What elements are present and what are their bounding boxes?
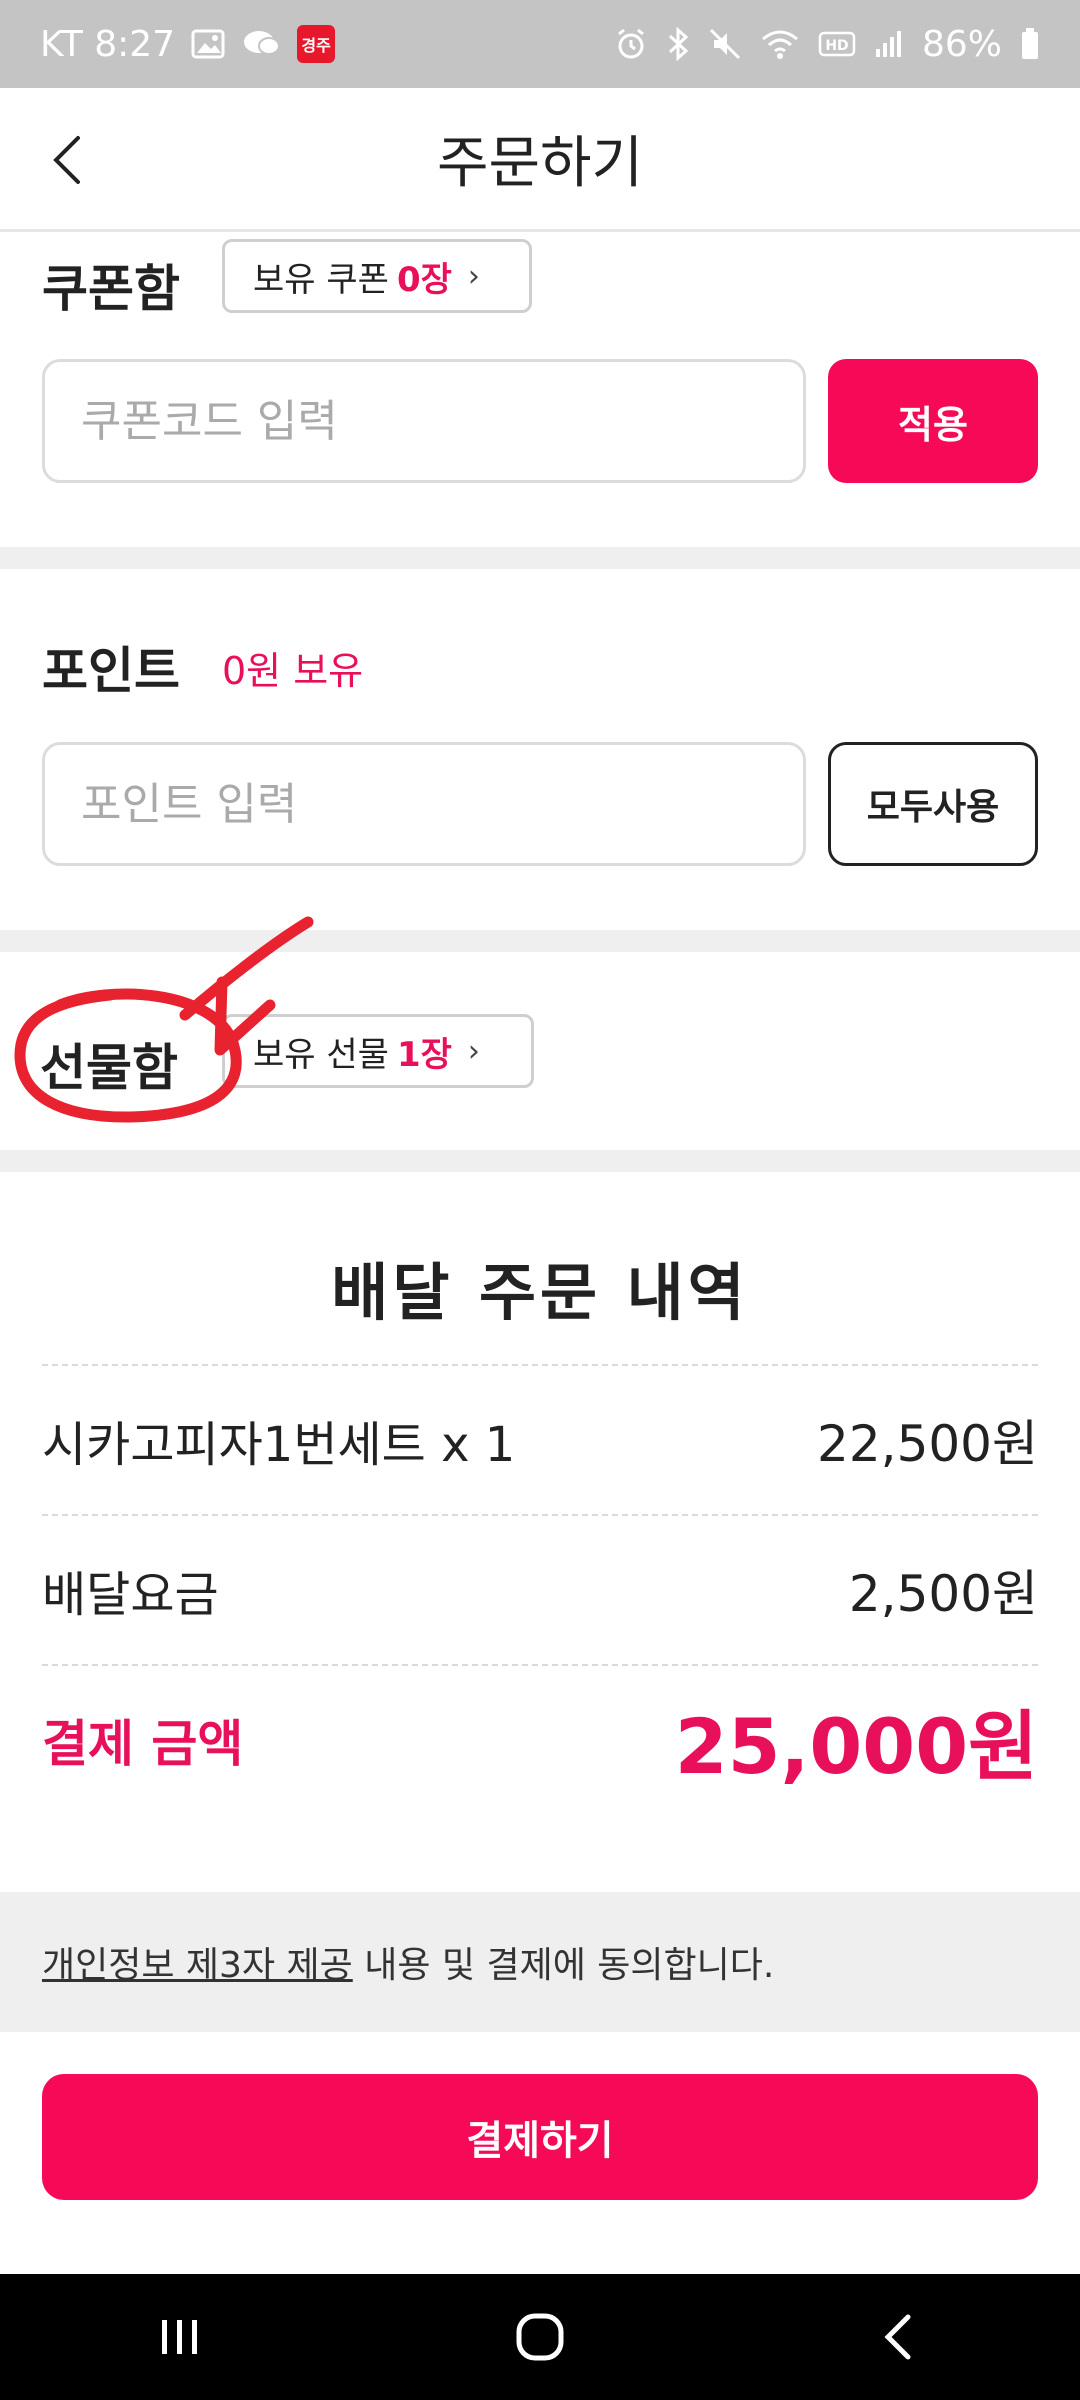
chevron-right-icon: › [467, 1033, 480, 1069]
consent-bar: 개인정보 제3자 제공 내용 및 결제에 동의합니다. [0, 1892, 1080, 2032]
nav-back-button[interactable] [840, 2287, 960, 2387]
page-title: 주문하기 [436, 131, 644, 196]
chevron-right-icon: › [467, 258, 480, 294]
delivery-fee-label: 배달요금 [42, 1567, 219, 1623]
battery-percent: 86% [921, 23, 1002, 65]
header: 주문하기 [0, 88, 1080, 232]
svg-text:HD: HD [825, 38, 848, 54]
carrier-time: KT 8:27 [40, 23, 176, 65]
section-divider [0, 1150, 1080, 1172]
points-section: 포인트 0원 보유 모두사용 [0, 569, 1080, 930]
summary-row: 배달요금 2,500원 [42, 1514, 1038, 1664]
points-input[interactable] [42, 742, 806, 866]
points-label: 포인트 [42, 642, 180, 700]
chevron-left-icon [53, 136, 80, 184]
coupon-code-input[interactable] [42, 359, 806, 483]
gift-pill[interactable]: 보유 선물 1장 › [222, 1014, 534, 1088]
gift-count: 1장 [396, 1034, 452, 1075]
chat-icon [241, 28, 281, 60]
coupon-pill-prefix: 보유 쿠폰 [253, 259, 389, 300]
coupon-count: 0장 [396, 259, 452, 300]
image-icon [191, 29, 225, 59]
gift-label: 선물함 [40, 1039, 178, 1097]
coupon-pill[interactable]: 보유 쿠폰 0장 › [222, 239, 532, 313]
recent-apps-button[interactable] [120, 2287, 240, 2387]
status-bar: KT 8:27 경주 HD 86% [0, 0, 1080, 88]
coupon-label: 쿠폰함 [42, 260, 180, 318]
alarm-icon [614, 27, 648, 61]
gift-section: 선물함 보유 선물 1장 › [0, 952, 1080, 1150]
app-badge: 경주 [297, 25, 336, 63]
battery-icon [1020, 27, 1040, 61]
summary-title: 배달 주문 내역 [331, 1256, 749, 1329]
coupon-section: 쿠폰함 보유 쿠폰 0장 › 적용 [0, 235, 1080, 547]
points-held: 0원 보유 [222, 649, 364, 693]
status-right: HD 86% [614, 24, 1040, 65]
summary-row: 시카고피자1번세트 x 1 22,500원 [42, 1364, 1038, 1514]
gift-pill-prefix: 보유 선물 [253, 1034, 389, 1075]
total-label: 결제 금액 [42, 1715, 244, 1773]
back-button[interactable] [30, 124, 102, 196]
home-button[interactable] [480, 2287, 600, 2387]
bluetooth-icon [666, 27, 690, 61]
item-price: 22,500원 [817, 1415, 1038, 1473]
pay-button[interactable]: 결제하기 [42, 2074, 1038, 2200]
system-nav-bar [0, 2274, 1080, 2400]
consent-text: 내용 및 결제에 동의합니다. [352, 1945, 775, 1986]
recent-apps-icon [162, 2320, 197, 2354]
status-left: KT 8:27 경주 [40, 23, 336, 65]
wifi-icon [760, 28, 800, 60]
mute-icon [708, 27, 742, 61]
home-icon [516, 2313, 564, 2361]
coupon-apply-button[interactable]: 적용 [828, 359, 1038, 483]
points-use-all-button[interactable]: 모두사용 [828, 742, 1038, 866]
total-row: 결제 금액 25,000원 [42, 1664, 1038, 1814]
hd-icon: HD [818, 29, 856, 59]
item-name: 시카고피자1번세트 x 1 [42, 1417, 516, 1473]
delivery-fee-value: 2,500원 [848, 1565, 1038, 1623]
total-amount: 25,000원 [674, 1702, 1038, 1791]
order-summary-section: 배달 주문 내역 시카고피자1번세트 x 1 22,500원 배달요금 2,50… [0, 1172, 1080, 1892]
privacy-consent-link[interactable]: 개인정보 제3자 제공 [42, 1936, 353, 1988]
section-divider [0, 547, 1080, 569]
back-icon [884, 2314, 911, 2360]
signal-icon [874, 29, 904, 59]
section-divider [0, 930, 1080, 952]
